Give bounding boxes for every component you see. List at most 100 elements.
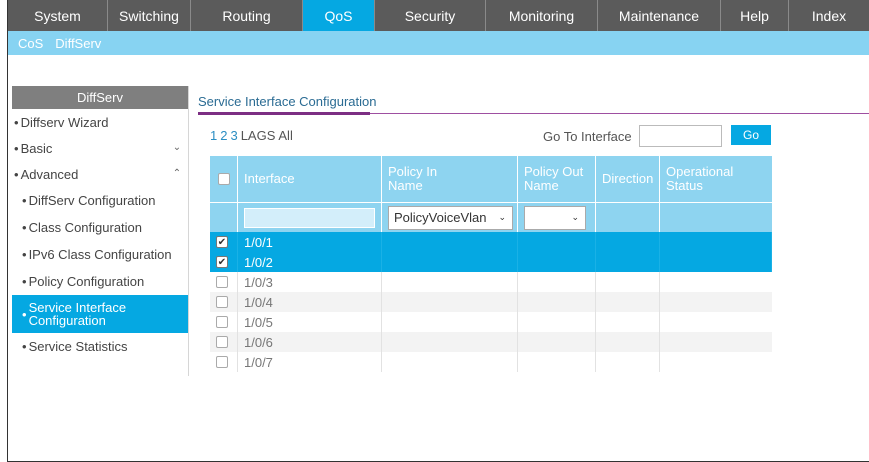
sidebar-item-label: Advanced <box>20 166 79 182</box>
sidebar-item-basic[interactable]: • Basic ⌄ <box>12 135 188 161</box>
header-direction[interactable]: Direction <box>596 156 660 202</box>
sidebar-item-label: Service Statistics <box>28 339 128 354</box>
interface-cell: 1/0/1 <box>238 232 382 252</box>
empty-cell <box>518 272 596 292</box>
sub-navigation: CoS DiffServ <box>8 31 869 55</box>
table-row[interactable]: ✔ 1/0/2 <box>210 252 772 272</box>
row-checkbox[interactable] <box>216 356 228 368</box>
interface-cell: 1/0/7 <box>238 352 382 372</box>
bullet-icon: • <box>22 274 27 289</box>
bullet-icon: • <box>22 339 27 354</box>
sidebar-header: DiffServ <box>12 86 188 109</box>
empty-cell <box>660 292 772 312</box>
tab-system[interactable]: System <box>8 0 108 31</box>
tab-monitoring[interactable]: Monitoring <box>486 0 598 31</box>
empty-cell <box>518 352 596 372</box>
header-interface[interactable]: Interface <box>238 156 382 202</box>
empty-cell <box>596 292 660 312</box>
chevron-down-icon: ⌄ <box>498 211 506 222</box>
sidebar-item-diffserv-wizard[interactable]: • Diffserv Wizard <box>12 109 188 135</box>
empty-cell <box>596 272 660 292</box>
table-row[interactable]: 1/0/5 <box>210 312 772 332</box>
service-interface-table: Interface Policy In Name Policy Out Name… <box>210 156 772 372</box>
tab-maintenance[interactable]: Maintenance <box>598 0 721 31</box>
empty-cell <box>518 232 596 252</box>
table-header: Interface Policy In Name Policy Out Name… <box>210 156 772 202</box>
policy-in-select[interactable]: PolicyVoiceVlan ⌄ <box>388 205 513 230</box>
sidebar-item-ipv6-class-configuration[interactable]: • IPv6 Class Configuration <box>12 241 188 268</box>
interface-filter-input[interactable] <box>244 207 375 228</box>
tab-switching[interactable]: Switching <box>108 0 191 31</box>
sidebar-item-service-interface-configuration[interactable]: • Service Interface Configuration <box>12 295 188 333</box>
subtab-diffserv[interactable]: DiffServ <box>55 36 101 51</box>
row-checkbox[interactable] <box>216 316 228 328</box>
subtab-cos[interactable]: CoS <box>18 36 43 51</box>
sidebar-item-diffserv-configuration[interactable]: • DiffServ Configuration <box>12 187 188 214</box>
table-row[interactable]: 1/0/4 <box>210 292 772 312</box>
table-row[interactable]: 1/0/7 <box>210 352 772 372</box>
go-button[interactable]: Go <box>731 125 771 145</box>
empty-cell <box>660 312 772 332</box>
page-link-2[interactable]: 2 <box>220 128 227 143</box>
table-row[interactable]: ✔ 1/0/1 <box>210 232 772 252</box>
policy-in-selected: PolicyVoiceVlan <box>394 210 487 225</box>
bullet-icon: • <box>22 220 27 235</box>
empty-cell <box>518 292 596 312</box>
empty-cell <box>382 292 518 312</box>
bullet-icon: • <box>22 193 27 208</box>
empty-cell <box>518 252 596 272</box>
top-navigation: System Switching Routing QoS Security Monitor… <box>8 0 869 31</box>
sidebar-item-label: IPv6 Class Configuration <box>28 247 172 262</box>
empty-cell <box>660 332 772 352</box>
table-row[interactable]: 1/0/6 <box>210 332 772 352</box>
page-link-1[interactable]: 1 <box>210 128 217 143</box>
empty-cell <box>660 272 772 292</box>
tab-help[interactable]: Help <box>721 0 789 31</box>
chevron-down-icon: ⌄ <box>571 211 579 222</box>
header-operational-status[interactable]: Operational Status <box>660 156 772 202</box>
empty-cell <box>518 332 596 352</box>
row-checkbox[interactable] <box>216 276 228 288</box>
sidebar-item-advanced[interactable]: • Advanced ⌃ <box>12 161 188 187</box>
interface-cell: 1/0/2 <box>238 252 382 272</box>
page-link-all[interactable]: All <box>278 128 292 143</box>
sidebar-item-service-statistics[interactable]: • Service Statistics <box>12 333 188 360</box>
go-to-interface-input[interactable] <box>639 125 722 147</box>
header-policy-out-name[interactable]: Policy Out Name <box>518 156 596 202</box>
empty-cell <box>596 352 660 372</box>
tab-index[interactable]: Index <box>789 0 869 31</box>
row-checkbox[interactable]: ✔ <box>216 256 228 268</box>
tab-qos[interactable]: QoS <box>303 0 375 31</box>
table-row[interactable]: 1/0/3 <box>210 272 772 292</box>
sidebar-item-label: Service Interface Configuration <box>28 300 127 328</box>
sidebar-item-policy-configuration[interactable]: • Policy Configuration <box>12 268 188 295</box>
page-link-lags[interactable]: LAGS <box>241 128 276 143</box>
empty-cell <box>382 332 518 352</box>
row-checkbox[interactable] <box>216 296 228 308</box>
chevron-down-icon[interactable]: ⌄ <box>172 142 182 153</box>
header-policy-in-label: Policy In Name <box>388 164 438 193</box>
select-all-checkbox[interactable] <box>218 173 230 185</box>
page-link-3[interactable]: 3 <box>230 128 237 143</box>
bullet-icon: • <box>14 140 19 156</box>
empty-cell <box>596 232 660 252</box>
policy-out-select[interactable]: ⌄ <box>524 205 586 230</box>
app-frame: System Switching Routing QoS Security Monitor… <box>7 0 869 462</box>
go-to-interface-label: Go To Interface <box>543 129 632 144</box>
empty-cell <box>660 232 772 252</box>
sidebar-item-label: Diffserv Wizard <box>20 114 109 130</box>
empty-cell <box>382 312 518 332</box>
sidebar-item-class-configuration[interactable]: • Class Configuration <box>12 214 188 241</box>
interface-page-links: 1 2 3 LAGS All <box>210 128 296 143</box>
header-policy-in-name[interactable]: Policy In Name <box>382 156 518 202</box>
chevron-up-icon[interactable]: ⌃ <box>172 168 182 179</box>
tab-routing[interactable]: Routing <box>191 0 303 31</box>
empty-cell <box>660 352 772 372</box>
sidebar-item-label: Policy Configuration <box>28 274 145 289</box>
empty-cell <box>382 252 518 272</box>
row-checkbox[interactable] <box>216 336 228 348</box>
row-checkbox[interactable]: ✔ <box>216 236 228 248</box>
sidebar-item-label: Class Configuration <box>28 220 143 235</box>
tab-security[interactable]: Security <box>375 0 486 31</box>
bullet-icon: • <box>22 306 27 322</box>
